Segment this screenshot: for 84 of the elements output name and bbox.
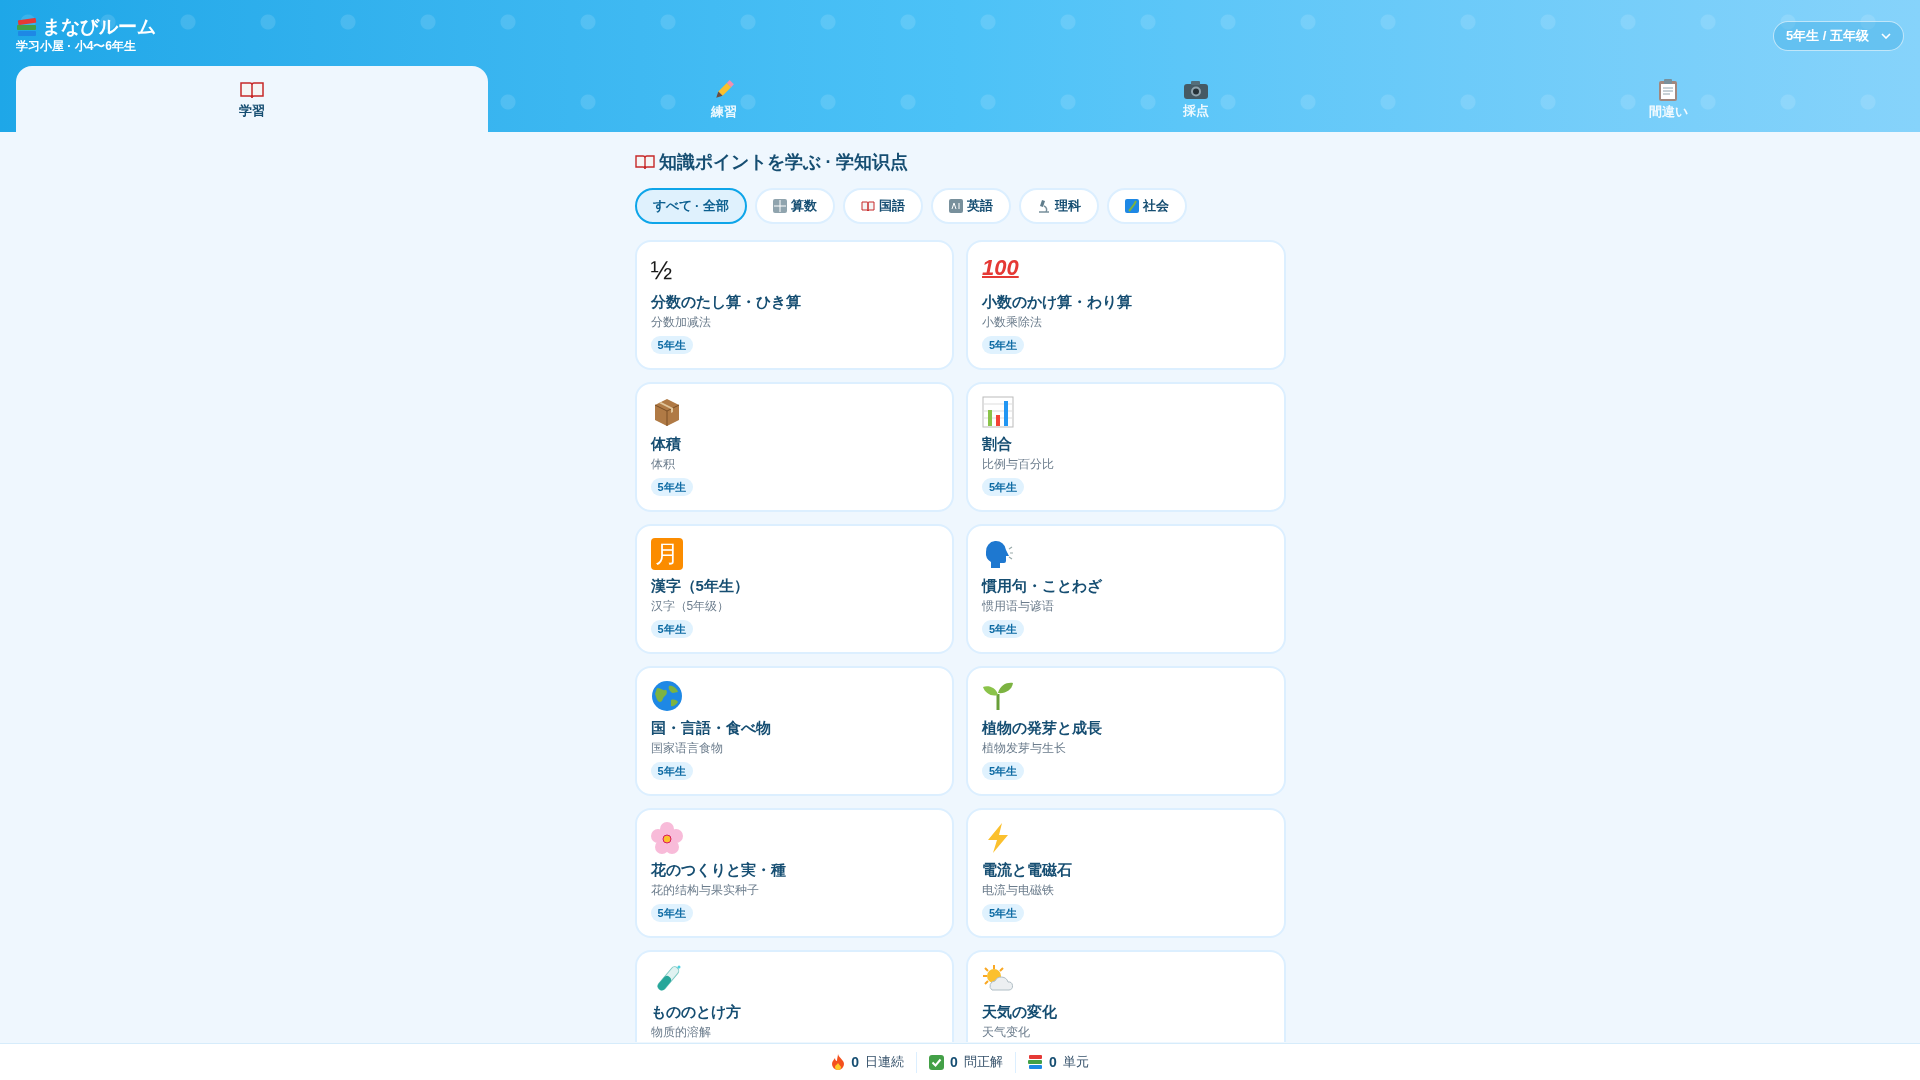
clipboard-icon bbox=[1658, 79, 1678, 101]
topic-card[interactable]: 割合 比例与百分比 5年生 bbox=[966, 382, 1286, 512]
grade-badge: 5年生 bbox=[982, 478, 1025, 496]
topic-card[interactable]: 100 小数のかけ算・わり算 小数乘除法 5年生 bbox=[966, 240, 1286, 370]
topic-card[interactable]: 月 漢字（5年生） 汉字（5年级） 5年生 bbox=[634, 524, 954, 654]
card-subtitle: 体积 bbox=[650, 456, 675, 472]
card-title: もののとけ方 bbox=[650, 1002, 741, 1022]
topic-card[interactable]: 天気の変化 天气变化 bbox=[966, 950, 1286, 1042]
stat-label: 単元 bbox=[1062, 1053, 1089, 1072]
open-book-icon bbox=[634, 154, 655, 170]
card-title: 小数のかけ算・わり算 bbox=[982, 292, 1132, 312]
topic-symbol: 月 bbox=[650, 538, 683, 570]
seedling-icon bbox=[982, 680, 1014, 712]
filter-chip[interactable]: すべて · 全部 bbox=[634, 188, 748, 224]
bar-chart-icon bbox=[982, 396, 1014, 428]
card-subtitle: 比例与百分比 bbox=[982, 456, 1054, 472]
grade-badge: 5年生 bbox=[982, 620, 1025, 638]
filter-chip[interactable]: 社会 bbox=[1107, 188, 1188, 224]
open-book-icon bbox=[240, 80, 264, 100]
map-icon bbox=[1125, 199, 1140, 213]
card-subtitle: 花的结构与果实种子 bbox=[650, 882, 759, 898]
topic-card[interactable]: 体積 体积 5年生 bbox=[634, 382, 954, 512]
card-subtitle: 天气变化 bbox=[982, 1024, 1030, 1040]
globe-icon bbox=[650, 680, 683, 712]
microscope-icon bbox=[1037, 199, 1052, 213]
blossom-icon bbox=[650, 822, 683, 854]
card-subtitle: 国家语言食物 bbox=[650, 740, 723, 756]
card-subtitle: 物质的溶解 bbox=[650, 1024, 711, 1040]
nav-tab[interactable]: 学習 bbox=[16, 66, 488, 132]
open-book-icon bbox=[861, 200, 876, 212]
check-mark-icon bbox=[929, 1054, 945, 1070]
card-title: 植物の発芽と成長 bbox=[982, 718, 1102, 738]
topic-card[interactable]: 花のつくりと実・種 花的结构与果实种子 5年生 bbox=[634, 808, 954, 938]
books-icon bbox=[16, 17, 38, 37]
flame-icon bbox=[831, 1054, 846, 1070]
books-icon bbox=[1027, 1055, 1043, 1069]
card-title: 天気の変化 bbox=[982, 1002, 1057, 1022]
grade-badge: 5年生 bbox=[650, 478, 693, 496]
topic-card[interactable]: もののとけ方 物质的溶解 bbox=[634, 950, 954, 1042]
topic-symbol: 100 bbox=[982, 254, 1019, 282]
grade-badge: 5年生 bbox=[982, 762, 1025, 780]
card-subtitle: 电流与电磁铁 bbox=[982, 882, 1054, 898]
filter-chip[interactable]: 国語 bbox=[843, 188, 924, 224]
topic-card[interactable]: 慣用句・ことわざ 惯用语与谚语 5年生 bbox=[966, 524, 1286, 654]
grade-badge: 5年生 bbox=[650, 762, 693, 780]
filter-chip[interactable]: 算数 bbox=[755, 188, 836, 224]
app-subtitle: 学习小屋 · 小4〜6年生 bbox=[16, 38, 137, 54]
card-title: 体積 bbox=[650, 434, 681, 454]
card-subtitle: 惯用语与谚语 bbox=[982, 598, 1054, 614]
number-keypad-icon bbox=[773, 199, 788, 213]
card-title: 花のつくりと実・種 bbox=[650, 860, 786, 880]
topic-card[interactable]: 電流と電磁石 电流与电磁铁 5年生 bbox=[966, 808, 1286, 938]
app-title: まなびルーム bbox=[42, 16, 156, 38]
topic-card[interactable]: 植物の発芽と成長 植物发芽与生长 5年生 bbox=[966, 666, 1286, 796]
topic-card[interactable]: 国・言語・食べ物 国家语言食物 5年生 bbox=[634, 666, 954, 796]
chevron-down-icon bbox=[1881, 33, 1891, 39]
grade-badge: 5年生 bbox=[650, 620, 693, 638]
stat-label: 日連続 bbox=[865, 1053, 905, 1072]
card-subtitle: 汉字（5年级） bbox=[650, 598, 730, 614]
stat-value: 0 bbox=[851, 1052, 860, 1072]
card-subtitle: 分数加减法 bbox=[650, 314, 711, 330]
filter-chip[interactable]: 理科 bbox=[1019, 188, 1100, 224]
filter-chip[interactable]: 英語 bbox=[931, 188, 1012, 224]
topic-card[interactable]: ½ 分数のたし算・ひき算 分数加减法 5年生 bbox=[634, 240, 954, 370]
grade-badge: 5年生 bbox=[650, 336, 693, 354]
card-title: 電流と電磁石 bbox=[982, 860, 1072, 880]
card-subtitle: 小数乘除法 bbox=[982, 314, 1042, 330]
section-title: 知識ポイントを学ぶ · 学知识点 bbox=[658, 150, 909, 174]
card-title: 慣用句・ことわざ bbox=[982, 576, 1102, 596]
card-title: 国・言語・食べ物 bbox=[650, 718, 771, 738]
card-title: 漢字（5年生） bbox=[650, 576, 749, 596]
topic-symbol: ½ bbox=[650, 254, 673, 286]
pencil-icon bbox=[713, 79, 735, 101]
grade-badge: 5年生 bbox=[650, 904, 693, 922]
stat-label: 問正解 bbox=[963, 1053, 1003, 1072]
grade-badge: 5年生 bbox=[982, 904, 1025, 922]
camera-icon bbox=[1183, 80, 1209, 100]
stat-value: 0 bbox=[950, 1052, 958, 1072]
grade-badge: 5年生 bbox=[982, 336, 1025, 354]
card-title: 分数のたし算・ひき算 bbox=[650, 292, 801, 312]
stat-value: 0 bbox=[1048, 1052, 1057, 1072]
letters-icon bbox=[949, 199, 964, 213]
card-title: 割合 bbox=[982, 434, 1012, 454]
card-subtitle: 植物发芽与生长 bbox=[982, 740, 1066, 756]
